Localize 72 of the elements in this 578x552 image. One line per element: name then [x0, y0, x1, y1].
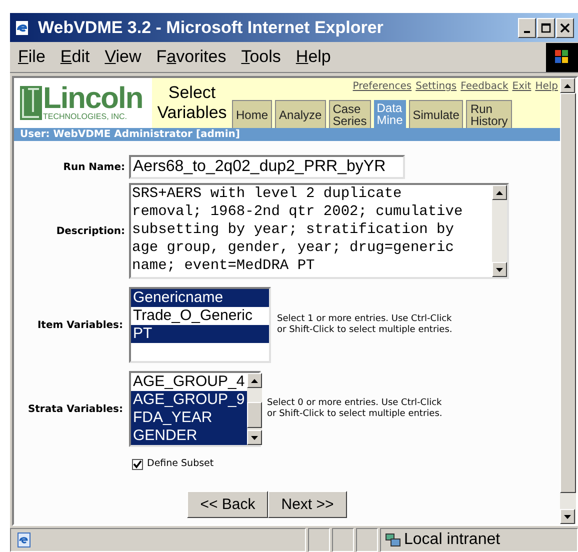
logo-icon [20, 86, 42, 120]
maximize-icon [541, 22, 551, 32]
description-field[interactable]: SRS+AERS with level 2 duplicate removal; 1968-2nd qtr 2002; cumulative subsetting by year; stratification by age group, gender, year; drug=generic name; event=MedDRA PT [129, 183, 509, 279]
nav-tab[interactable]: Simulate [408, 100, 464, 128]
header-link[interactable]: Settings [416, 79, 457, 94]
scroll-down-button[interactable] [492, 262, 507, 277]
window-title: WebVDME 3.2 - Microsoft Internet Explorer [38, 16, 384, 39]
next-button[interactable]: Next >> [268, 491, 347, 518]
logo-subtitle: TECHNOLOGIES, INC. [43, 113, 128, 121]
status-pane [332, 528, 354, 552]
menu-item[interactable]: View [104, 44, 142, 70]
scroll-thumb[interactable] [246, 402, 262, 428]
list-option[interactable]: PT [131, 325, 269, 343]
page-title: Variables [157, 103, 227, 123]
field-label: Description: [55, 224, 126, 238]
scrollbar[interactable] [246, 373, 262, 445]
menu-item[interactable]: Tools [241, 44, 281, 70]
triangle-up-icon [496, 190, 503, 194]
user-bar: User: WebVDME Administrator [admin] [14, 128, 560, 141]
scroll-down-button[interactable] [560, 509, 575, 524]
browser-icon [14, 20, 30, 36]
scroll-up-button[interactable] [492, 185, 507, 200]
checkbox-label: Define Subset [147, 457, 214, 471]
run-name-field[interactable]: Aers68_to_2q02_dup2_PRR_byYR [129, 155, 405, 179]
maximize-button[interactable] [537, 18, 555, 38]
header-link[interactable]: Feedback [460, 79, 508, 94]
scroll-up-button[interactable] [246, 373, 262, 388]
list-option[interactable]: AGE_GROUP_9 [131, 391, 247, 409]
list-box[interactable]: Genericname Trade_O_Generic PT [129, 287, 271, 363]
page-icon [17, 532, 31, 548]
intranet-zone-icon [385, 532, 401, 548]
triangle-up-icon [250, 378, 258, 382]
field-label: Item Variables: [36, 318, 124, 332]
nav-tab[interactable]: Analyze [275, 100, 326, 128]
hint-text: Select 0 or more entries. Use Ctrl-Click or Shift-Click to select multiple entries. [267, 398, 444, 420]
page-title: Select [168, 83, 216, 103]
scroll-down-button[interactable] [246, 430, 262, 445]
scroll-up-button[interactable] [560, 78, 575, 93]
list-option[interactable]: Trade_O_Generic [131, 307, 269, 325]
checkbox[interactable] [132, 458, 143, 470]
list-option[interactable]: AGE_GROUP_4 [131, 373, 247, 391]
menu-item[interactable]: Favorites [156, 44, 226, 70]
triangle-up-icon [564, 84, 571, 88]
header-link[interactable]: Preferences [352, 79, 412, 94]
logo-text: Lincoln [43, 85, 143, 113]
windows-logo-icon [546, 42, 578, 72]
nav-tab[interactable]: Run History [466, 100, 512, 128]
security-zone: Local intranet [404, 530, 500, 550]
header-link[interactable]: Exit [512, 79, 532, 94]
list-option[interactable]: GENDER [131, 427, 247, 445]
list-option[interactable]: Genericname [131, 289, 269, 307]
header-link[interactable]: Help [535, 79, 558, 94]
field-label: Run Name: [62, 160, 126, 174]
hint-text: Select 1 or more entries. Use Ctrl-Click or Shift-Click to select multiple entries. [277, 314, 454, 336]
menu-item[interactable]: File [18, 44, 46, 70]
triangle-down-icon [564, 514, 571, 518]
field-label: Strata Variables: [26, 402, 124, 416]
back-button[interactable]: << Back [187, 491, 268, 518]
nav-tab[interactable]: Case Series [328, 100, 371, 128]
list-box[interactable]: AGE_GROUP_4 AGE_GROUP_9 FDA_YEAR GENDER [129, 371, 261, 447]
close-icon [560, 22, 570, 32]
triangle-down-icon [250, 436, 258, 440]
close-button[interactable] [556, 18, 574, 38]
minimize-icon [524, 30, 530, 32]
triangle-down-icon [496, 268, 503, 272]
status-pane [308, 528, 330, 552]
list-option[interactable]: FDA_YEAR [131, 409, 247, 427]
minimize-button[interactable] [518, 18, 536, 38]
menu-item[interactable]: Edit [60, 44, 90, 70]
menu-item[interactable]: Help [296, 44, 331, 70]
status-pane [356, 528, 378, 552]
nav-tab[interactable]: Home [232, 100, 272, 128]
